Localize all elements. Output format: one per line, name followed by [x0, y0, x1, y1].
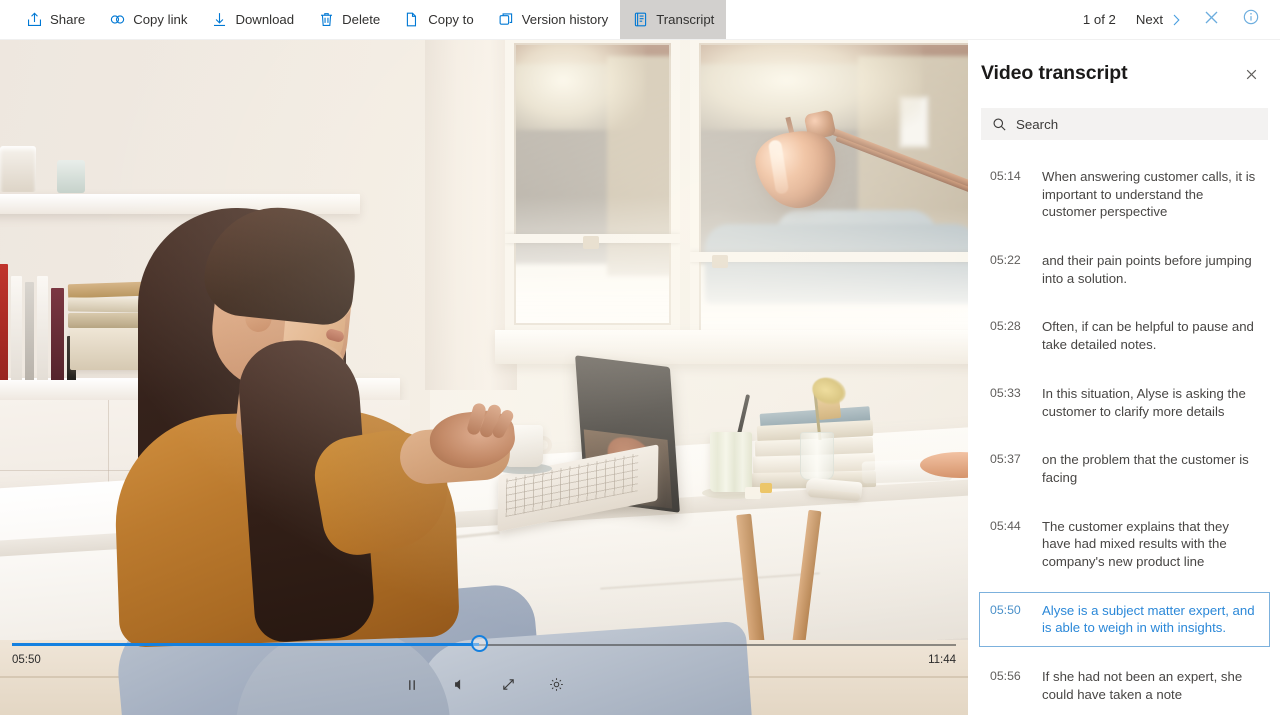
transcript-button[interactable]: Transcript: [620, 0, 727, 39]
cue-timestamp: 05:14: [990, 169, 1021, 183]
fullscreen-icon: [501, 677, 516, 697]
volume-icon: [453, 677, 468, 697]
cue-timestamp: 05:33: [990, 385, 1021, 400]
next-button[interactable]: Next: [1128, 5, 1190, 35]
search-icon: [992, 117, 1007, 132]
transcript-icon: [632, 11, 649, 28]
copy-to-button[interactable]: Copy to: [392, 0, 485, 39]
delete-label: Delete: [342, 12, 381, 27]
cue-timestamp: 05:22: [990, 253, 1021, 268]
download-button[interactable]: Download: [199, 0, 306, 39]
transcript-cue[interactable]: 05:56 If she had not been an expert, she …: [979, 658, 1270, 713]
link-icon: [109, 11, 126, 28]
chevron-right-icon: [1167, 11, 1184, 28]
copy-link-button[interactable]: Copy link: [97, 0, 199, 39]
copy-link-label: Copy link: [133, 12, 188, 27]
pen-cup: [710, 432, 752, 492]
glass-vase: [800, 432, 834, 480]
transcript-cue[interactable]: 05:28 Often, if can be helpful to pause a…: [979, 308, 1270, 363]
command-bar-actions: Share Copy link Download Delete Copy to …: [0, 0, 727, 39]
panel-title: Video transcript: [981, 62, 1128, 84]
search-input[interactable]: [1016, 116, 1257, 132]
transcript-panel: Video transcript 05:14When answering: [968, 40, 1280, 715]
transcript-cue[interactable]: 05:50 Alyse is a subject matter expert, a…: [979, 591, 1270, 647]
playback-buttons: [0, 674, 968, 700]
cue-timestamp: 05:56: [990, 669, 1021, 683]
transcript-cue[interactable]: 05:22 and their pain points before jumpin…: [979, 242, 1270, 297]
delete-button[interactable]: Delete: [306, 0, 392, 39]
current-time: 05:50: [12, 654, 41, 666]
video-frame: [0, 40, 968, 715]
cue-timestamp: 05:50: [990, 602, 1021, 617]
video-player-page: Share Copy link Download Delete Copy to …: [0, 0, 1280, 715]
transcript-header: Video transcript: [969, 40, 1280, 96]
close-icon: [1244, 67, 1259, 87]
player-controls: 05:50 11:44: [0, 630, 968, 715]
transcript-cue-list[interactable]: 05:14 When answering customer calls, it i…: [969, 140, 1280, 715]
cue-text: on the problem that the customer is faci…: [1042, 452, 1249, 485]
next-label: Next: [1135, 12, 1163, 27]
share-icon: [26, 11, 43, 28]
cue-text: The customer explains that they have had…: [1042, 518, 1229, 569]
cue-timestamp: 05:44: [990, 518, 1021, 533]
command-bar: Share Copy link Download Delete Copy to …: [0, 0, 1280, 40]
progress-fill: [12, 643, 480, 646]
cue-timestamp: 05:37: [990, 452, 1021, 467]
close-icon: [1202, 8, 1221, 32]
transcript-cue[interactable]: 05:37 on the problem that the customer is…: [979, 441, 1270, 496]
download-label: Download: [235, 12, 295, 27]
gear-icon: [549, 677, 564, 697]
progress-handle[interactable]: [471, 635, 489, 652]
settings-button[interactable]: [543, 674, 569, 700]
transcript-cue[interactable]: 05:14 When answering customer calls, it i…: [979, 158, 1270, 231]
command-bar-spacer: [726, 0, 1073, 39]
download-icon: [211, 11, 228, 28]
window-sill: [495, 330, 968, 364]
cue-text: Often, if can be helpful to pause and ta…: [1042, 319, 1254, 353]
cue-text: In this situation, Alyse is asking the c…: [1042, 385, 1246, 419]
window-right: [690, 40, 968, 356]
window-left: [505, 40, 680, 334]
version-history-label: Version history: [521, 12, 609, 27]
transcript-cue[interactable]: 05:44 The customer explains that they hav…: [979, 508, 1270, 581]
share-label: Share: [50, 12, 86, 27]
copy-icon: [404, 11, 421, 28]
close-preview-button[interactable]: [1192, 3, 1230, 37]
close-panel-button[interactable]: [1238, 64, 1264, 90]
version-history-button[interactable]: Version history: [486, 0, 621, 39]
cue-text: When answering customer calls, it is imp…: [1042, 169, 1256, 220]
pause-icon: [405, 678, 419, 697]
progress-slider[interactable]: [12, 635, 956, 652]
cue-text: If she had not been an expert, she could…: [1042, 669, 1243, 702]
cue-text: and their pain points before jumping int…: [1042, 253, 1252, 286]
time-row: 05:50 11:44: [12, 654, 956, 666]
transcript-cue[interactable]: 05:33 In this situation, Alyse is asking …: [979, 375, 1270, 430]
command-bar-right: 1 of 2 Next: [1073, 0, 1280, 39]
copy-to-label: Copy to: [428, 12, 474, 27]
video-stage[interactable]: 05:50 11:44: [0, 40, 968, 715]
version-history-icon: [498, 11, 515, 28]
search-wrap: [969, 96, 1280, 140]
info-button[interactable]: [1232, 3, 1270, 37]
volume-button[interactable]: [447, 674, 473, 700]
share-button[interactable]: Share: [14, 0, 97, 39]
search-box[interactable]: [981, 108, 1268, 140]
info-icon: [1242, 8, 1260, 31]
fullscreen-button[interactable]: [495, 674, 521, 700]
transcript-label: Transcript: [656, 12, 715, 27]
pause-button[interactable]: [399, 674, 425, 700]
cue-text: Alyse is a subject matter expert, and is…: [1042, 602, 1255, 636]
item-count: 1 of 2: [1082, 12, 1116, 27]
trash-icon: [318, 11, 335, 28]
total-time: 11:44: [928, 654, 956, 666]
cue-timestamp: 05:28: [990, 319, 1021, 334]
